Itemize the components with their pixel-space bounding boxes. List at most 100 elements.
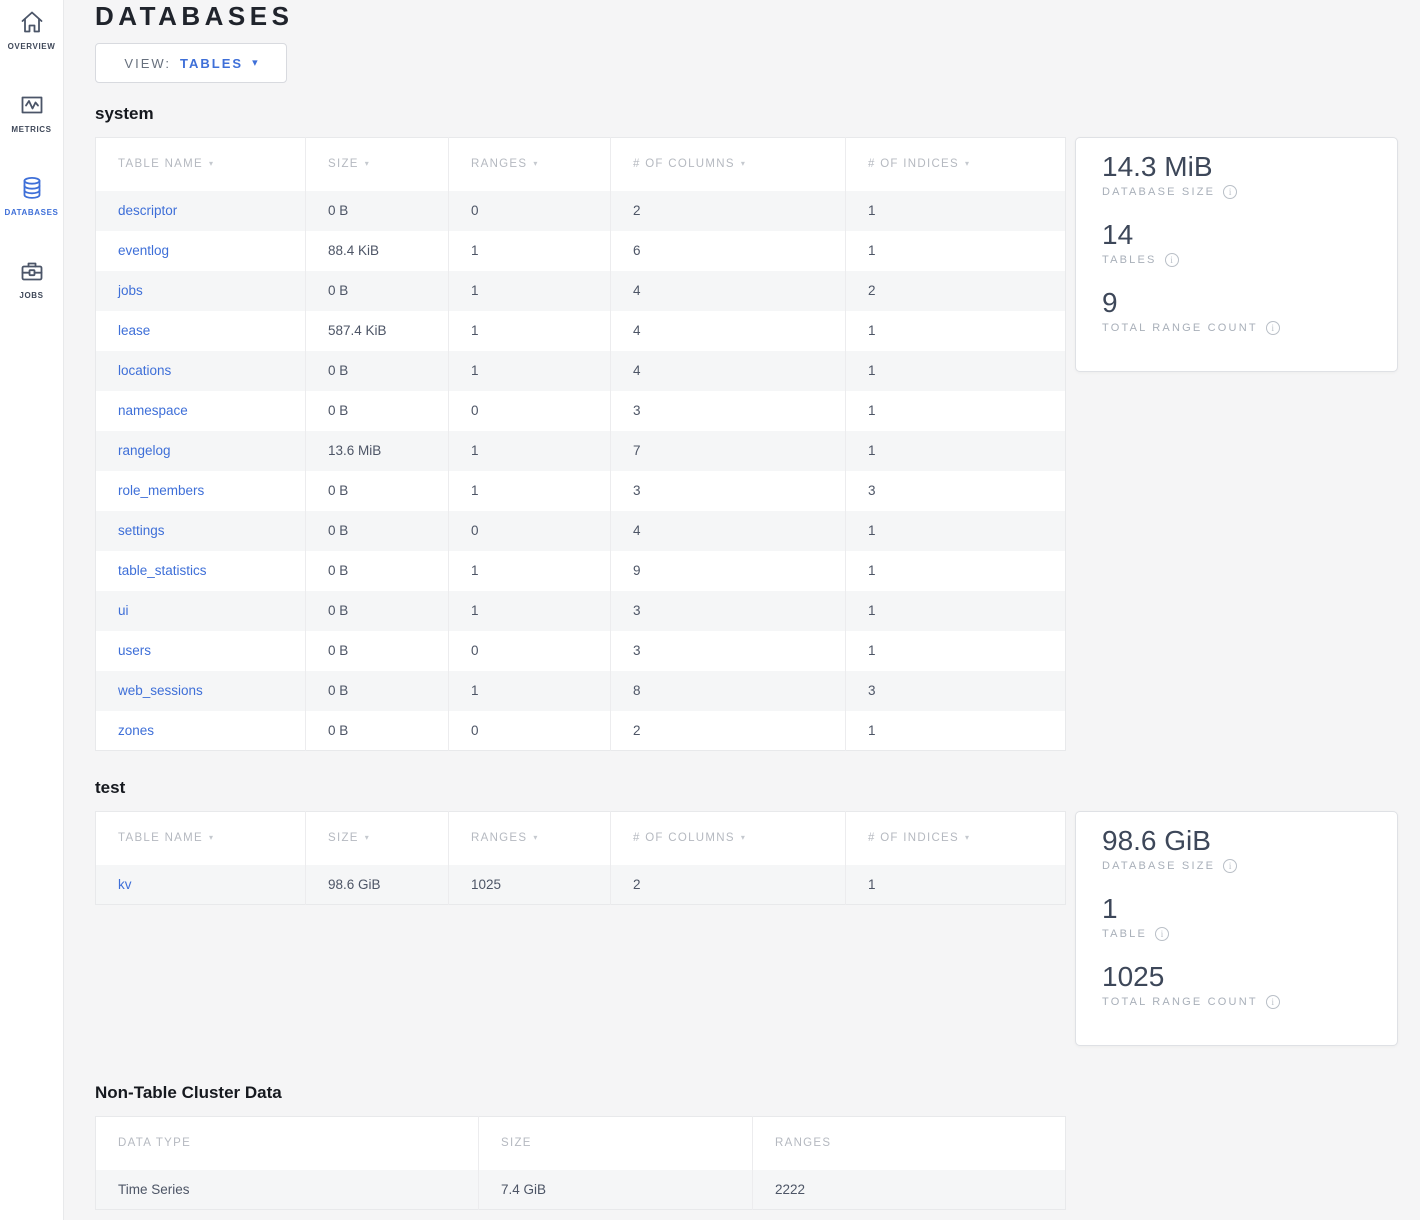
home-icon (18, 8, 46, 36)
table-cell: eventlog (96, 231, 306, 271)
table-cell: 2 (611, 191, 846, 231)
database-section-system: TABLE NAME▾SIZE▾RANGES▾# OF COLUMNS▾# OF… (95, 137, 1420, 751)
table-name-link[interactable]: descriptor (118, 203, 177, 218)
column-header-label: RANGES (471, 832, 527, 844)
table-cell: 1 (846, 391, 1066, 431)
table-cell: 0 (449, 511, 611, 551)
sidebar-item-label: DATABASES (5, 208, 59, 217)
sidebar-item-label: METRICS (11, 125, 51, 134)
table-cell: 7.4 GiB (479, 1170, 753, 1210)
table-name-link[interactable]: rangelog (118, 443, 171, 458)
column-header-label: SIZE (328, 832, 359, 844)
table-header-row: TABLE NAME▾ SIZE ▾ RANGES ▾ # OF COLUMNS▾# OF… (96, 812, 1066, 865)
table-name-link[interactable]: table_statistics (118, 563, 207, 578)
table-cell: 0 B (306, 551, 449, 591)
table-body: Time Series7.4 GiB2222 (96, 1170, 1066, 1210)
table-body: kv98.6 GiB102521 (96, 865, 1066, 905)
column-header-ranges[interactable]: RANGES▾ (449, 138, 611, 191)
table-row: rangelog13.6 MiB171 (96, 431, 1066, 471)
table-name-link[interactable]: web_sessions (118, 683, 203, 698)
sidebar-item-overview[interactable]: OVERVIEW (0, 0, 63, 51)
sort-caret-icon: ▾ (533, 833, 538, 842)
tables-table: TABLE NAME▾ SIZE ▾ RANGES ▾ # OF COLUMNS▾# OF… (95, 811, 1066, 905)
stat-label: TOTAL RANGE COUNT (1102, 322, 1258, 334)
column-header-size[interactable]: SIZE ▾ (306, 812, 449, 865)
table-row: users0 B031 (96, 631, 1066, 671)
table-cell: 1 (449, 351, 611, 391)
table-name-link[interactable]: kv (118, 877, 132, 892)
table-cell: 3 (611, 591, 846, 631)
column-header-size[interactable]: SIZE▾ (306, 138, 449, 191)
table-cell: 1 (449, 271, 611, 311)
sort-caret-icon: ▾ (209, 159, 214, 168)
table-name-link[interactable]: locations (118, 363, 171, 378)
table-name-link[interactable]: role_members (118, 483, 204, 498)
column-header--of-indices[interactable]: # OF INDICES▾ (846, 812, 1066, 865)
sort-caret-icon: ▾ (209, 833, 214, 842)
sort-caret-icon: ▾ (533, 159, 538, 168)
info-icon[interactable]: i (1223, 185, 1237, 199)
table-row: role_members0 B133 (96, 471, 1066, 511)
summary-stat: 9 TOTAL RANGE COUNT i (1102, 287, 1377, 335)
info-icon[interactable]: i (1165, 253, 1179, 267)
table-cell: 7 (611, 431, 846, 471)
stat-value: 9 (1102, 287, 1377, 319)
table-cell: web_sessions (96, 671, 306, 711)
view-selector-dropdown[interactable]: VIEW: TABLES ▾ (95, 43, 287, 83)
table-name-link[interactable]: lease (118, 323, 150, 338)
summary-stat: 1025 TOTAL RANGE COUNT i (1102, 961, 1377, 1009)
sort-caret-icon: ▾ (365, 159, 370, 168)
table-name-link[interactable]: ui (118, 603, 129, 618)
sidebar-item-databases[interactable]: DATABASES (0, 174, 63, 217)
stat-value: 1 (1102, 893, 1377, 925)
table-cell: zones (96, 711, 306, 751)
table-cell: Time Series (96, 1170, 479, 1210)
info-icon[interactable]: i (1266, 321, 1280, 335)
column-header-label: SIZE (501, 1137, 532, 1149)
column-header--of-indices[interactable]: # OF INDICES▾ (846, 138, 1066, 191)
column-header-size: SIZE (479, 1117, 753, 1170)
sort-caret-icon: ▾ (965, 833, 970, 842)
table-cell: 0 (449, 711, 611, 751)
table-name-link[interactable]: users (118, 643, 151, 658)
table-cell: 13.6 MiB (306, 431, 449, 471)
table-name-link[interactable]: eventlog (118, 243, 169, 258)
non-table-section: DATA TYPESIZERANGES Time Series7.4 GiB22… (95, 1116, 1420, 1210)
table-cell: role_members (96, 471, 306, 511)
table-cell: 3 (611, 391, 846, 431)
table-cell: 2 (846, 271, 1066, 311)
sidebar-item-metrics[interactable]: METRICS (0, 91, 63, 134)
database-summary-card: 14.3 MiB DATABASE SIZE i 14 TABLES i 9 T… (1075, 137, 1398, 372)
table-cell: 1 (846, 631, 1066, 671)
info-icon[interactable]: i (1223, 859, 1237, 873)
table-name-link[interactable]: settings (118, 523, 165, 538)
summary-stat: 14 TABLES i (1102, 219, 1377, 267)
column-header-table-name[interactable]: TABLE NAME▾ (96, 138, 306, 191)
sidebar-item-jobs[interactable]: JOBS (0, 257, 63, 300)
table-row: namespace0 B031 (96, 391, 1066, 431)
table-cell: 0 B (306, 671, 449, 711)
table-cell: 4 (611, 511, 846, 551)
table-cell: 1 (846, 551, 1066, 591)
table-header: TABLE NAME▾ SIZE ▾ RANGES ▾ # OF COLUMNS▾# OF… (96, 812, 1066, 865)
sort-caret-icon: ▾ (365, 833, 370, 842)
column-header--of-columns[interactable]: # OF COLUMNS▾ (611, 812, 846, 865)
table-cell: 1 (449, 311, 611, 351)
column-header-ranges[interactable]: RANGES ▾ (449, 812, 611, 865)
table-row: Time Series7.4 GiB2222 (96, 1170, 1066, 1210)
column-header-ranges: RANGES (753, 1117, 1066, 1170)
table-name-link[interactable]: zones (118, 723, 154, 738)
column-header-table-name[interactable]: TABLE NAME▾ (96, 812, 306, 865)
database-heading-system: system (95, 103, 1420, 125)
info-icon[interactable]: i (1266, 995, 1280, 1009)
stat-label: TOTAL RANGE COUNT (1102, 996, 1258, 1008)
info-icon[interactable]: i (1155, 927, 1169, 941)
table-cell: 0 B (306, 271, 449, 311)
stat-label: DATABASE SIZE (1102, 860, 1215, 872)
table-cell: rangelog (96, 431, 306, 471)
stat-value: 98.6 GiB (1102, 825, 1377, 857)
table-cell: 0 B (306, 511, 449, 551)
column-header--of-columns[interactable]: # OF COLUMNS▾ (611, 138, 846, 191)
table-name-link[interactable]: namespace (118, 403, 188, 418)
table-name-link[interactable]: jobs (118, 283, 143, 298)
